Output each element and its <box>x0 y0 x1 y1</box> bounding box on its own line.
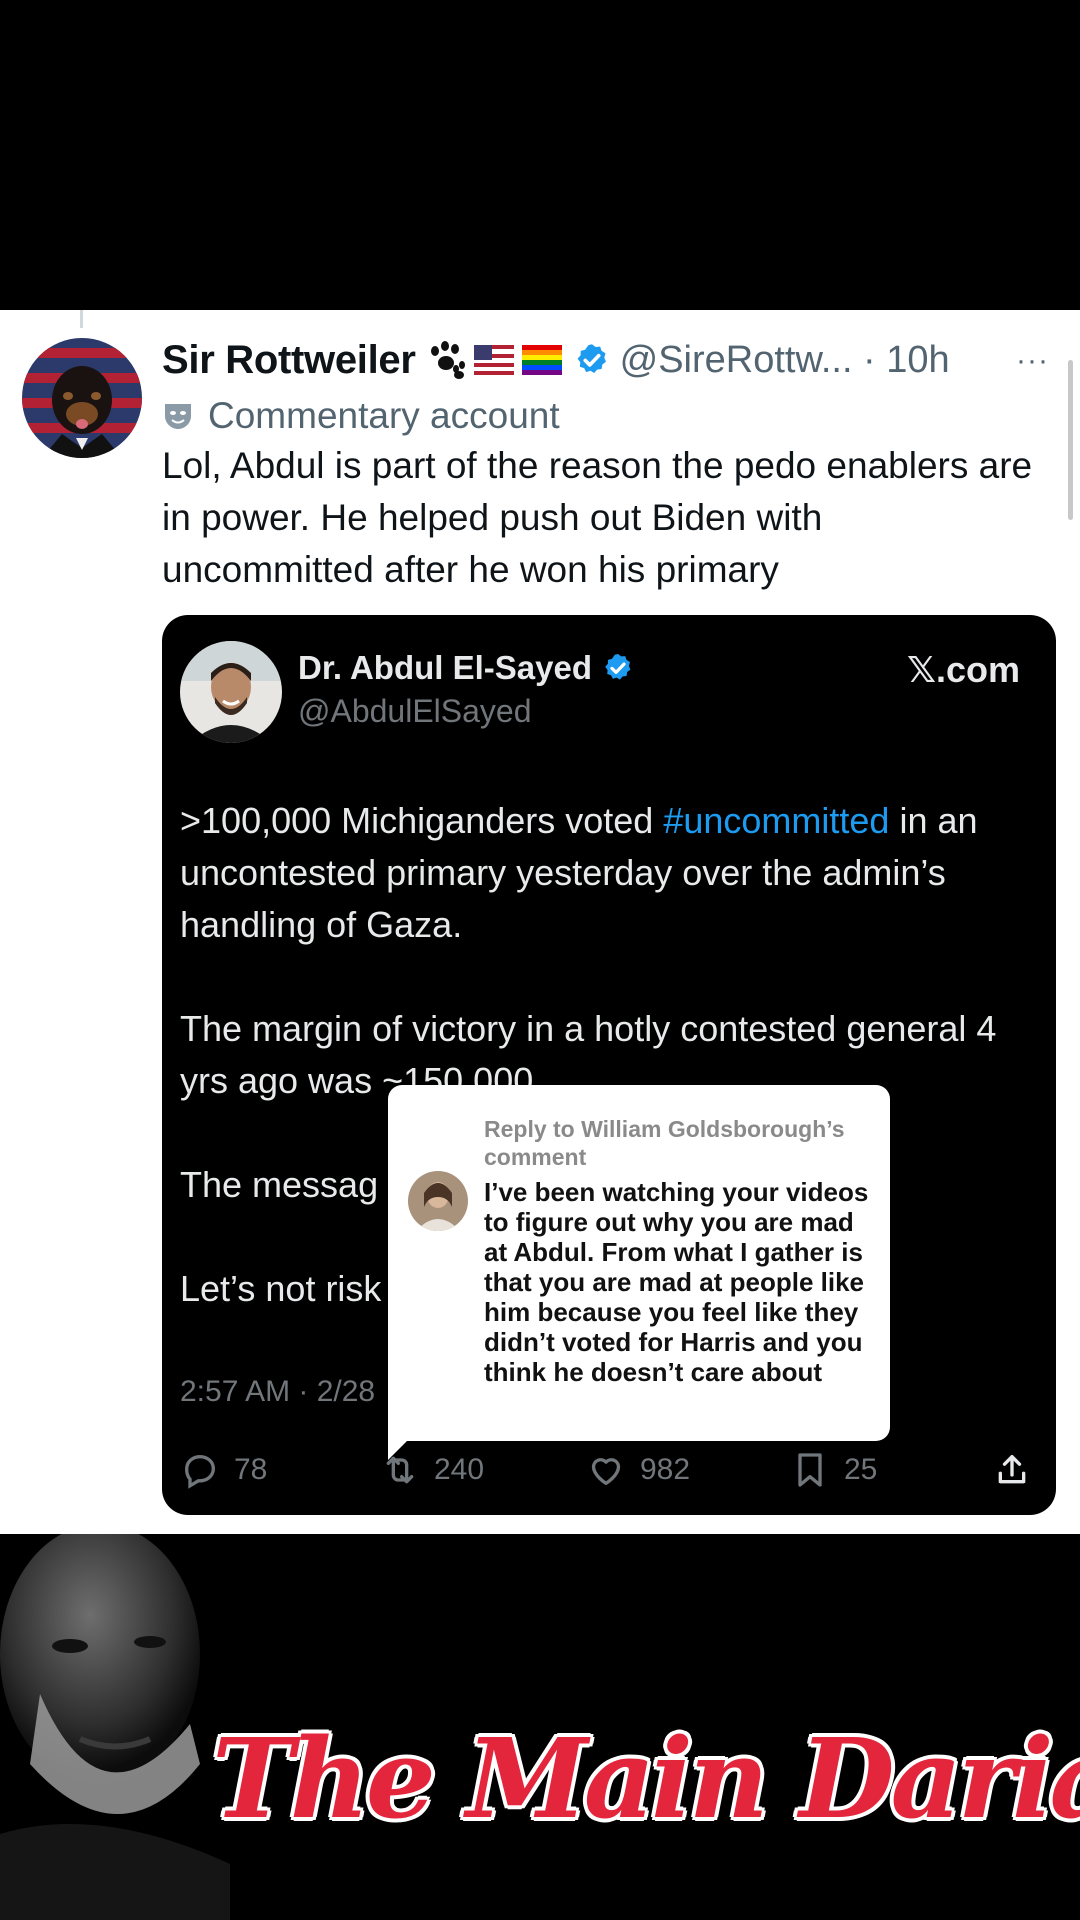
thread-connector-line <box>80 310 83 328</box>
reply-to-heading: Reply to William Goldsborough’s comment <box>484 1116 845 1170</box>
quoted-author-avatar[interactable] <box>180 641 282 743</box>
commenter-avatar <box>408 1171 468 1231</box>
pride-flag-icon <box>521 345 562 375</box>
more-options-icon[interactable]: ··· <box>1016 344 1049 378</box>
author-handle-and-time[interactable]: @SireRottw... · 10h <box>620 339 950 382</box>
presenter-photo <box>0 1534 230 1920</box>
quoted-author-name-row: Dr. Abdul El-Sayed <box>298 649 634 687</box>
scrollbar[interactable] <box>1068 360 1073 520</box>
author-avatar[interactable] <box>22 338 142 458</box>
share-action[interactable] <box>992 1443 1046 1497</box>
uncommitted-hashtag-link[interactable]: #uncommitted <box>663 800 889 841</box>
quoted-text-segment: >100,000 Michiganders voted <box>180 800 664 841</box>
reply-comment-text: I’ve been watching your videos to figure… <box>484 1177 869 1387</box>
repost-icon <box>386 1456 414 1484</box>
quoted-paragraph-1: >100,000 Michiganders voted #uncommitted… <box>180 795 1040 951</box>
bookmark-action[interactable]: 25 <box>790 1443 877 1497</box>
repost-count: 240 <box>434 1453 485 1486</box>
account-label-row: Commentary account <box>162 390 560 442</box>
quoted-action-bar: 78 240 982 25 <box>180 1443 1040 1497</box>
theater-masks-icon <box>165 404 191 429</box>
tweet-body-text: Lol, Abdul is part of the reason the ped… <box>162 445 1033 590</box>
bookmark-count: 25 <box>844 1453 878 1486</box>
like-count: 982 <box>640 1453 691 1486</box>
x-com-source-label: 𝕏.com <box>906 649 1020 690</box>
heart-icon <box>591 1458 621 1485</box>
top-black-band <box>0 0 1080 310</box>
share-icon <box>998 1455 1026 1484</box>
quoted-author-handle[interactable]: @AbdulElSayed <box>298 693 532 730</box>
reply-comment-bubble[interactable]: Reply to William Goldsborough’s comment … <box>388 1085 890 1441</box>
channel-name-title: The Main Darian <box>212 1714 1080 1843</box>
bookmark-icon <box>798 1453 822 1487</box>
like-action[interactable]: 982 <box>586 1443 690 1497</box>
quoted-timestamp[interactable]: 2:57 AM · 2/28 <box>180 1375 375 1409</box>
reply-icon <box>184 1454 216 1489</box>
paw-icon <box>430 341 465 379</box>
verified-badge-icon <box>577 344 606 374</box>
quoted-verified-badge-icon <box>605 654 631 680</box>
author-display-name[interactable]: Sir Rottweiler <box>162 338 416 383</box>
account-label-text[interactable]: Commentary account <box>208 395 560 437</box>
us-flag-icon <box>473 345 514 375</box>
reply-action[interactable]: 78 <box>180 1443 267 1497</box>
reply-count: 78 <box>234 1453 268 1486</box>
tweet-header: Sir Rottweiler @SireRottw... · 10h <box>162 332 1062 388</box>
name-emoji-strip <box>426 341 562 379</box>
presenter-overlay-band: The Main Darian <box>0 1534 1080 1920</box>
quoted-author-name[interactable]: Dr. Abdul El-Sayed <box>298 649 592 687</box>
